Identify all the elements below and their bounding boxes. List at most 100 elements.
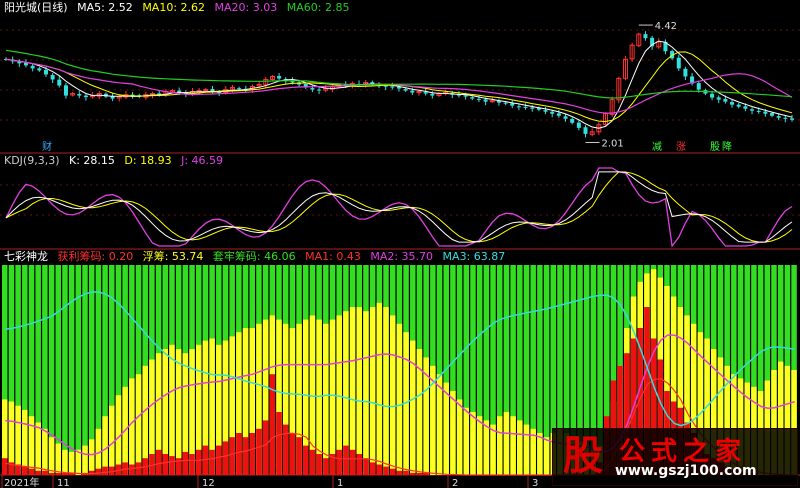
candle-body-down [543, 110, 548, 112]
profit-chip-bar [182, 451, 189, 475]
event-marker: 降 [722, 140, 732, 153]
float-chip-bar [102, 416, 108, 475]
float-chip-bar [537, 433, 543, 475]
float-chip-bar [169, 344, 175, 475]
profit-chip-bar [369, 462, 376, 475]
profit-chip-bar [349, 449, 356, 475]
candle-body-down [550, 111, 555, 114]
candle-body-down [37, 68, 42, 71]
high-label: 4.42 [655, 21, 677, 32]
candle-body-down [776, 116, 781, 118]
profit-chip-bar [249, 433, 255, 475]
profit-chip-bar [102, 466, 108, 475]
profit-chip-bar [336, 449, 342, 475]
stock-chart-canvas[interactable]: 4.422.01财减涨股降2021年 11 12 1 2 3 [0, 0, 800, 488]
candle-body-down [696, 83, 701, 90]
float-chip-bar [396, 323, 403, 475]
profit-chip-bar [216, 445, 222, 475]
float-chip-bar [543, 437, 550, 475]
kdj-d-legend: D: 18.93 [124, 154, 172, 167]
candle-body-down [556, 113, 561, 116]
profit-chip-bar [155, 449, 162, 475]
x-axis-label: 12 [202, 478, 215, 488]
candle-body-down [736, 104, 741, 107]
profit-chip-bar [389, 468, 396, 475]
float-chip-bar [476, 416, 483, 475]
candle-body-down [516, 106, 521, 108]
float-chip-bar [323, 323, 329, 475]
profit-chip-bar [403, 470, 409, 475]
float-chip-bar [503, 412, 510, 475]
float-chip-bar [383, 307, 389, 475]
candle-body-down [83, 95, 88, 98]
profit-chip-bar [129, 464, 135, 475]
kdj-k-legend: K: 28.15 [69, 154, 115, 167]
candle-body-down [77, 93, 82, 96]
kdj-panel-header: KDJ(9,3,3) K: 28.15 D: 18.93 J: 46.59 [4, 154, 229, 168]
profit-chip-bar [316, 454, 322, 475]
candle-body-down [563, 116, 568, 119]
candle-body-down [530, 107, 535, 109]
profit-chip-bar [262, 420, 269, 475]
profit-chip-bar [289, 433, 296, 475]
candle-body-down [783, 117, 788, 119]
float-chip-bar [490, 424, 496, 475]
float-chip-bar [35, 422, 41, 475]
profit-chip-bar [416, 472, 423, 475]
trapped-chip-bar [82, 265, 88, 475]
profit-chip-bar [410, 472, 416, 475]
x-axis-label: 1 [337, 478, 343, 488]
candle-body-down [63, 85, 68, 96]
float-chip-bar [82, 445, 88, 475]
candle-body-down [576, 122, 581, 128]
candle-body-down [410, 90, 415, 93]
qcsl-title[interactable]: 七彩神龙 [4, 250, 48, 263]
float-chip-bar [517, 420, 523, 475]
candle-body-down [676, 57, 681, 69]
candle-body-down [57, 79, 62, 86]
candle-body-down [716, 97, 721, 100]
float-chip-bar [55, 443, 62, 475]
float-chip-bar [48, 437, 55, 475]
profit-chip-bar [202, 445, 209, 475]
profit-chip-bar [209, 449, 215, 475]
float-chip-bar [456, 399, 463, 475]
x-axis-label: 2021年 [4, 476, 39, 488]
event-marker: 减 [652, 141, 662, 153]
float-chip-bar [329, 319, 336, 475]
ma60-legend: MA60: 2.85 [286, 1, 350, 14]
profit-chip-bar [242, 437, 249, 475]
float-chip-bar [443, 382, 449, 475]
profit-chips-legend: 获利筹码: 0.20 [57, 250, 134, 263]
float-chip-bar [363, 311, 369, 475]
float-chip-bar [410, 340, 416, 475]
profit-chip-bar [309, 449, 316, 475]
candle-body-down [730, 102, 735, 105]
profit-chip-bar [28, 468, 35, 475]
candle-body-down [430, 93, 435, 96]
float-chip-bar [75, 449, 82, 475]
candle-body-down [503, 102, 508, 104]
profit-chip-bar [95, 468, 102, 475]
profit-chip-bar [256, 428, 262, 475]
float-chip-bar [510, 416, 516, 475]
stock-title[interactable]: 阳光城(日线) [4, 1, 68, 14]
profit-chip-bar [229, 437, 235, 475]
price-panel-header: 阳光城(日线) MA5: 2.52 MA10: 2.62 MA20: 3.03 … [4, 1, 355, 15]
candle-body-down [790, 118, 794, 120]
profit-chip-bar [383, 466, 389, 475]
ma20-legend: MA20: 3.03 [214, 1, 278, 14]
profit-chip-bar [376, 464, 383, 475]
float-chip-bar [175, 349, 182, 475]
candle-body-down [50, 75, 55, 80]
profit-chip-bar [22, 466, 28, 475]
candle-body-down [523, 106, 528, 108]
profit-chip-bar [55, 472, 62, 475]
candle-body-down [43, 70, 48, 75]
candle-body-down [723, 99, 728, 102]
kdj-title[interactable]: KDJ(9,3,3) [4, 154, 60, 167]
float-chips-legend: 浮筹: 53.74 [142, 250, 204, 263]
float-chip-bar [129, 378, 135, 475]
event-marker: 财 [42, 140, 52, 153]
candle-body-down [570, 118, 575, 123]
